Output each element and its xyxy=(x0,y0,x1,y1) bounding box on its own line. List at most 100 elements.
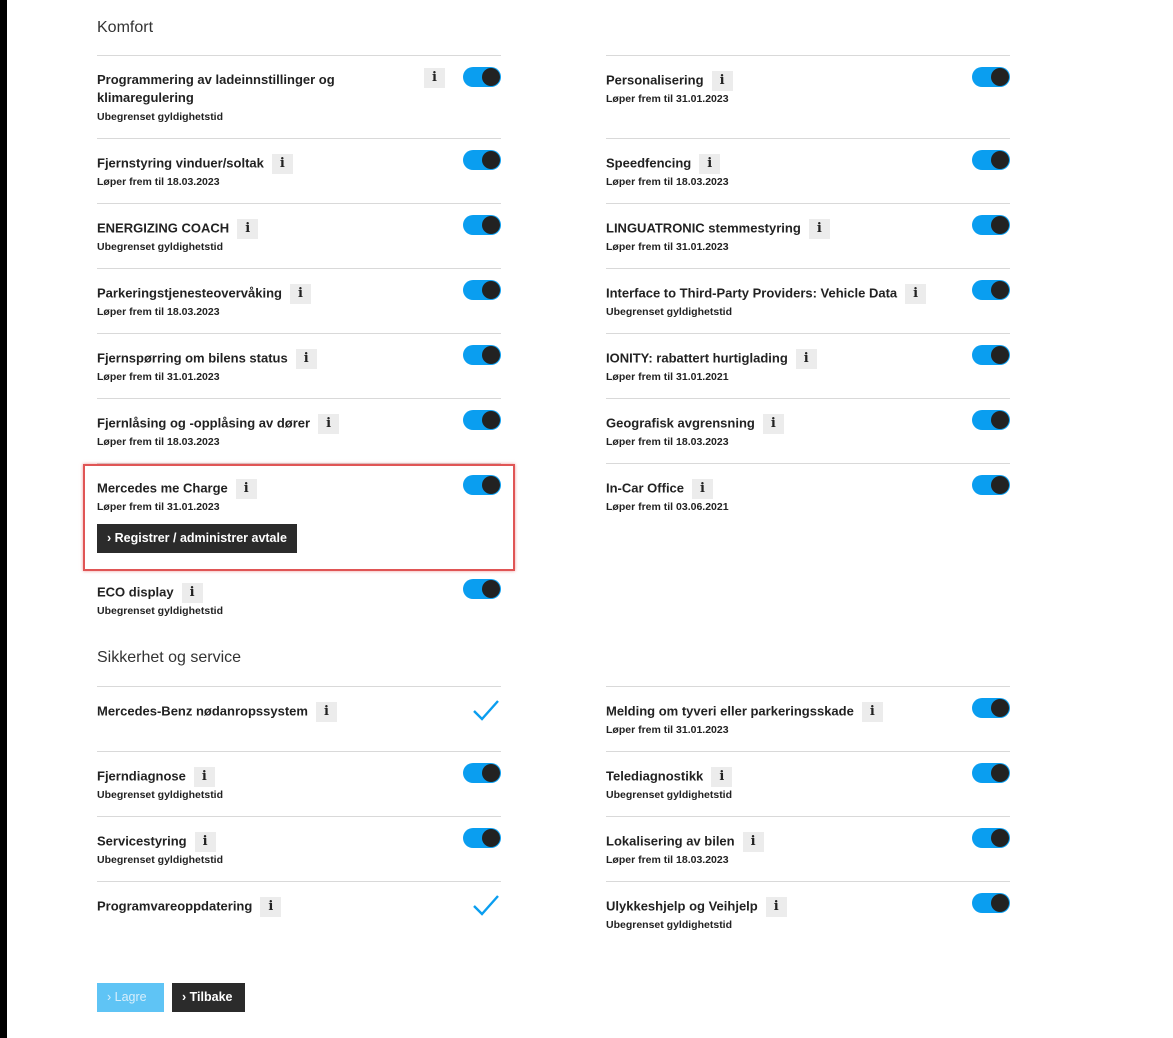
info-icon[interactable]: i xyxy=(905,284,927,304)
info-icon[interactable]: i xyxy=(237,219,259,239)
toggle-knob xyxy=(991,699,1009,717)
service-toggle[interactable] xyxy=(972,410,1010,430)
service-title: Interface to Third-Party Providers: Vehi… xyxy=(606,284,927,304)
service-toggle[interactable] xyxy=(463,828,501,848)
service-title-text: Programvareoppdatering xyxy=(97,898,253,914)
info-icon[interactable]: i xyxy=(194,832,216,852)
service-validity: Ubegrenset gyldighetstid xyxy=(97,241,224,253)
service-item: Melding om tyveri eller parkeringsskade i… xyxy=(606,686,1010,751)
info-icon[interactable]: i xyxy=(315,702,337,722)
service-validity: Løper frem til 31.01.2021 xyxy=(606,371,729,383)
info-icon[interactable]: i xyxy=(808,219,830,239)
service-toggle[interactable] xyxy=(972,828,1010,848)
info-icon[interactable]: i xyxy=(318,414,340,434)
info-icon[interactable]: i xyxy=(260,897,282,917)
service-toggle[interactable] xyxy=(463,67,501,87)
service-item: Programmering av ladeinnstillinger og kl… xyxy=(97,55,501,138)
service-toggle[interactable] xyxy=(463,763,501,783)
service-toggle[interactable] xyxy=(972,475,1010,495)
service-title: ENERGIZING COACH i xyxy=(97,219,259,239)
service-toggle[interactable] xyxy=(463,345,501,365)
back-button[interactable]: › Tilbake xyxy=(172,983,245,1012)
service-toggle[interactable] xyxy=(463,410,501,430)
service-toggle[interactable] xyxy=(463,215,501,235)
service-toggle[interactable] xyxy=(972,763,1010,783)
service-title-text: ENERGIZING COACH xyxy=(97,220,230,236)
check-icon xyxy=(473,700,499,721)
section-title-sikkerhet: Sikkerhet og service xyxy=(97,649,242,666)
info-icon[interactable]: i xyxy=(762,414,784,434)
service-toggle[interactable] xyxy=(972,280,1010,300)
service-title: Programvareoppdatering i xyxy=(97,897,282,917)
toggle-knob xyxy=(482,346,500,364)
info-icon[interactable]: i xyxy=(193,767,215,787)
service-title: In-Car Office i xyxy=(606,479,714,499)
toggle-knob xyxy=(991,411,1009,429)
service-validity: Løper frem til 03.06.2021 xyxy=(606,501,729,513)
service-item: Fjernstyring vinduer/soltak i Løper frem … xyxy=(97,138,501,203)
toggle-knob xyxy=(991,68,1009,86)
save-button[interactable]: › Lagre xyxy=(97,983,164,1012)
service-validity: Løper frem til 18.03.2023 xyxy=(606,176,729,188)
info-icon[interactable]: i xyxy=(181,583,203,603)
page: Komfort Programmering av ladeinnstilling… xyxy=(7,0,1173,1038)
toggle-knob xyxy=(991,151,1009,169)
toggle-knob xyxy=(482,151,500,169)
service-title: ECO display i xyxy=(97,583,203,603)
service-title: Mercedes-Benz nødanropssystem i xyxy=(97,702,337,722)
service-item: Geografisk avgrensning i Løper frem til 1… xyxy=(606,398,1010,463)
toggle-knob xyxy=(482,216,500,234)
info-icon[interactable]: i xyxy=(711,767,733,787)
service-validity: Ubegrenset gyldighetstid xyxy=(97,854,224,866)
service-toggle[interactable] xyxy=(972,150,1010,170)
service-title-text: Fjerndiagnose xyxy=(97,768,186,784)
info-icon[interactable]: i xyxy=(271,154,293,174)
section-title-komfort: Komfort xyxy=(97,19,154,36)
service-title-text: LINGUATRONIC stemmestyring xyxy=(606,220,801,236)
toggle-knob xyxy=(482,764,500,782)
service-validity: Ubegrenset gyldighetstid xyxy=(606,789,733,801)
info-icon[interactable]: i xyxy=(742,832,764,852)
service-title: Programmering av ladeinnstillinger og kl… xyxy=(97,72,335,105)
service-title: Fjernspørring om bilens status i xyxy=(97,349,317,369)
service-toggle[interactable] xyxy=(463,150,501,170)
service-toggle[interactable] xyxy=(972,67,1010,87)
service-title: Personalisering i xyxy=(606,71,733,91)
info-icon[interactable]: i xyxy=(699,154,721,174)
service-item: Parkeringstjenesteovervåking i Løper frem… xyxy=(97,268,501,333)
info-icon[interactable]: i xyxy=(765,897,787,917)
service-title: Lokalisering av bilen i xyxy=(606,832,764,852)
toggle-knob xyxy=(991,216,1009,234)
info-icon[interactable]: i xyxy=(711,71,733,91)
service-title: LINGUATRONIC stemmestyring i xyxy=(606,219,830,239)
service-toggle[interactable] xyxy=(463,280,501,300)
service-toggle[interactable] xyxy=(463,579,501,599)
service-item: Fjernlåsing og -opplåsing av dører i Løpe… xyxy=(97,398,501,463)
toggle-knob xyxy=(482,411,500,429)
service-title-text: Fjernstyring vinduer/soltak xyxy=(97,155,264,171)
service-toggle[interactable] xyxy=(972,345,1010,365)
info-icon[interactable]: i xyxy=(289,284,311,304)
service-title: Fjerndiagnose i xyxy=(97,767,215,787)
service-title-text: In-Car Office xyxy=(606,480,685,496)
service-toggle[interactable] xyxy=(972,215,1010,235)
service-title-text: Melding om tyveri eller parkeringsskade xyxy=(606,703,854,719)
service-validity: Løper frem til 31.01.2023 xyxy=(606,241,729,253)
info-icon[interactable]: i xyxy=(861,702,883,722)
service-title-text: Geografisk avgrensning xyxy=(606,415,755,431)
service-toggle[interactable] xyxy=(972,698,1010,718)
info-icon[interactable]: i xyxy=(692,479,714,499)
service-item: In-Car Office i Løper frem til 03.06.2021 xyxy=(606,463,1010,528)
info-icon[interactable]: i xyxy=(424,68,445,88)
service-title: Speedfencing i xyxy=(606,154,721,174)
toggle-knob xyxy=(991,894,1009,912)
toggle-knob xyxy=(482,580,500,598)
service-validity: Løper frem til 31.01.2023 xyxy=(97,371,220,383)
service-toggle[interactable] xyxy=(972,893,1010,913)
service-item: Lokalisering av bilen i Løper frem til 18… xyxy=(606,816,1010,881)
info-icon[interactable]: i xyxy=(295,349,317,369)
service-title: Ulykkeshjelp og Veihjelp i xyxy=(606,897,787,917)
info-icon[interactable]: i xyxy=(795,349,817,369)
service-item: Fjerndiagnose i Ubegrenset gyldighetstid xyxy=(97,751,501,816)
service-validity: Løper frem til 18.03.2023 xyxy=(97,436,220,448)
